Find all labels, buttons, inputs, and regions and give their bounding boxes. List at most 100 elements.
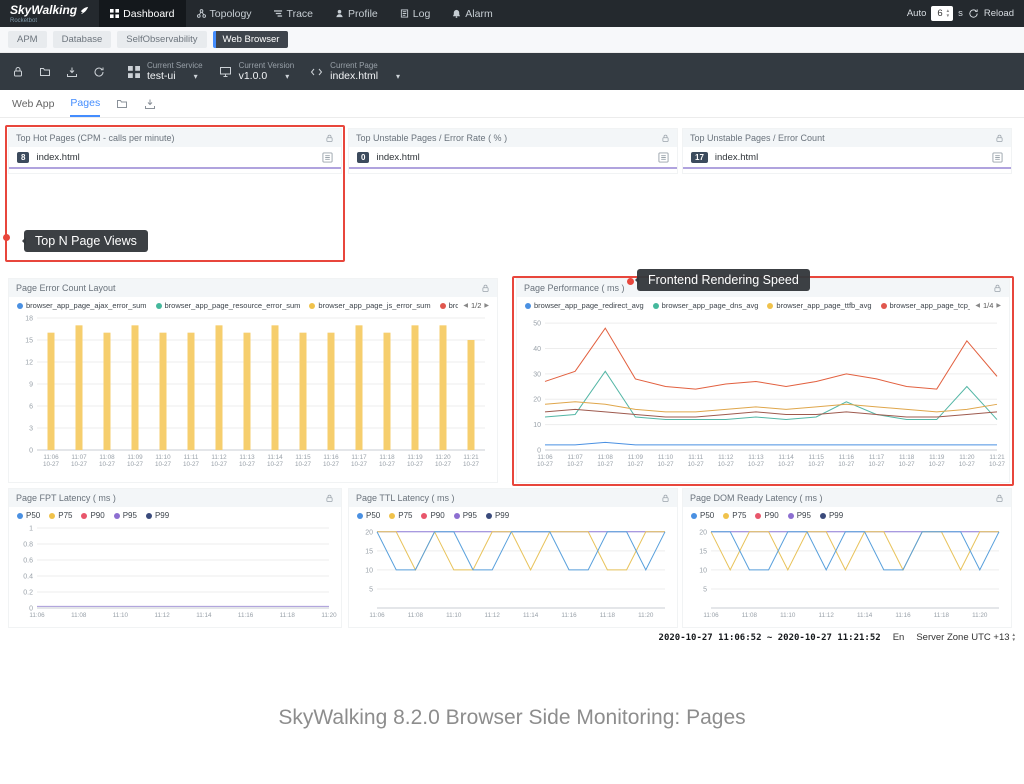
- legend-item[interactable]: P75: [389, 511, 412, 520]
- lock-icon[interactable]: [661, 494, 670, 503]
- reload-icon[interactable]: [968, 8, 979, 19]
- legend-item[interactable]: P95: [454, 511, 477, 520]
- svg-text:11:21: 11:21: [463, 454, 479, 461]
- server-zone-control[interactable]: Server Zone UTC + 13 ▲▼: [916, 632, 1016, 643]
- export-template-button[interactable]: [144, 98, 156, 110]
- nav-item-profile[interactable]: Profile: [324, 0, 389, 27]
- current-version-selector[interactable]: Current Version v1.0.0▾: [219, 61, 295, 82]
- svg-text:15: 15: [699, 548, 707, 555]
- auto-interval-input[interactable]: 6 ▲▼: [931, 6, 953, 21]
- legend-item[interactable]: P90: [81, 511, 104, 520]
- svg-text:10-27: 10-27: [43, 461, 60, 468]
- page-performance-line-chart[interactable]: 0102030405011:0610-2711:0710-2711:0810-2…: [517, 311, 1009, 471]
- panel-dom-ready-latency: Page DOM Ready Latency ( ms ) P50P75P90P…: [682, 488, 1012, 628]
- lock-icon[interactable]: [325, 134, 334, 143]
- lock-toolbar-button[interactable]: [4, 58, 31, 85]
- top-page-row[interactable]: 17 index.html: [683, 147, 1011, 167]
- fpt-latency-chart[interactable]: 00.20.40.60.8111:0611:0811:1011:1211:141…: [9, 521, 341, 621]
- legend-item[interactable]: P90: [755, 511, 778, 520]
- legend-item[interactable]: browser_app_page_resource_error_sum: [156, 301, 301, 310]
- list-icon[interactable]: [322, 152, 333, 163]
- legend-row: browser_app_page_redirect_avg browser_app…: [517, 297, 1009, 311]
- lock-icon: [12, 66, 24, 78]
- nav-item-log[interactable]: Log: [389, 0, 442, 27]
- panel-fpt-latency: Page FPT Latency ( ms ) P50P75P90P95P99 …: [8, 488, 342, 628]
- svg-text:10-27: 10-27: [295, 461, 312, 468]
- nav-item-trace[interactable]: Trace: [263, 0, 324, 27]
- legend-item[interactable]: P99: [486, 511, 509, 520]
- legend-item[interactable]: P99: [820, 511, 843, 520]
- refresh-toolbar-button[interactable]: [85, 58, 112, 85]
- page-name[interactable]: index.html: [715, 152, 985, 163]
- dom-ready-latency-chart[interactable]: 510152011:0611:0811:1011:1211:1411:1611:…: [683, 521, 1011, 621]
- subtab-pages[interactable]: Pages: [70, 90, 100, 117]
- tab-apm[interactable]: APM: [8, 31, 47, 48]
- rank-underline: [9, 167, 341, 169]
- legend-item[interactable]: browser_app_page_ajax_error_sum: [17, 301, 147, 310]
- lock-icon[interactable]: [661, 134, 670, 143]
- legend-item[interactable]: P50: [17, 511, 40, 520]
- ttl-latency-chart[interactable]: 510152011:0611:0811:1011:1211:1411:1611:…: [349, 521, 677, 621]
- top-page-row[interactable]: 0 index.html: [349, 147, 677, 167]
- svg-text:11:18: 11:18: [934, 612, 950, 619]
- lock-icon[interactable]: [995, 134, 1004, 143]
- legend-item[interactable]: P75: [49, 511, 72, 520]
- svg-text:11:14: 11:14: [857, 612, 873, 619]
- legend-label: P99: [495, 511, 509, 520]
- current-service-selector[interactable]: Current Service test-ui▾: [128, 61, 203, 82]
- next-page-icon[interactable]: ▶: [484, 302, 489, 309]
- brand[interactable]: SkyWalking Rocketbot: [0, 0, 99, 27]
- legend-label: browser_app_page_resource_error_sum: [165, 301, 301, 310]
- legend-dot-icon: [653, 303, 659, 309]
- legend-item[interactable]: browser_app_page_tcp_avg: [881, 301, 971, 310]
- page-name[interactable]: index.html: [376, 152, 651, 163]
- legend-item[interactable]: P90: [421, 511, 444, 520]
- language-selector[interactable]: En: [893, 632, 905, 643]
- lock-icon[interactable]: [481, 284, 490, 293]
- svg-text:11:08: 11:08: [99, 454, 115, 461]
- prev-page-icon[interactable]: ◀: [463, 302, 468, 309]
- legend-item[interactable]: P95: [788, 511, 811, 520]
- lock-icon[interactable]: [325, 494, 334, 503]
- chart-legend: P50 P75 P90 P95 P99: [17, 511, 333, 520]
- prev-page-icon[interactable]: ◀: [975, 302, 980, 309]
- svg-text:11:12: 11:12: [819, 612, 835, 619]
- legend-item[interactable]: browser_app_page_redirect_avg: [525, 301, 644, 310]
- legend-pager: ◀ 1/2 ▶: [458, 301, 489, 310]
- nav-item-topology[interactable]: Topology: [186, 0, 263, 27]
- folder-toolbar-button[interactable]: [31, 58, 58, 85]
- current-page-selector[interactable]: Current Page index.html▾: [310, 61, 400, 82]
- list-icon[interactable]: [992, 152, 1003, 163]
- legend-item[interactable]: browser_a: [440, 301, 459, 310]
- legend-item[interactable]: P50: [691, 511, 714, 520]
- legend-item[interactable]: browser_app_page_js_error_sum: [309, 301, 430, 310]
- legend-item[interactable]: P95: [114, 511, 137, 520]
- legend-item[interactable]: browser_app_page_dns_avg: [653, 301, 759, 310]
- time-range-picker[interactable]: 2020-10-27 11:06:52 ~ 2020-10-27 11:21:5…: [659, 633, 881, 643]
- nav-item-alarm[interactable]: Alarm: [441, 0, 503, 27]
- nav-item-dashboard[interactable]: Dashboard: [99, 0, 185, 27]
- legend-item[interactable]: P75: [723, 511, 746, 520]
- error-count-bar-chart[interactable]: 036912151811:0610-2711:0710-2711:0810-27…: [9, 311, 497, 471]
- legend-dot-icon: [788, 513, 794, 519]
- svg-text:11:08: 11:08: [71, 612, 87, 619]
- legend-item[interactable]: P50: [357, 511, 380, 520]
- next-page-icon[interactable]: ▶: [996, 302, 1001, 309]
- stepper-arrows-icon[interactable]: ▲▼: [1012, 633, 1016, 643]
- legend-item[interactable]: browser_app_page_ttfb_avg: [767, 301, 871, 310]
- list-icon[interactable]: [658, 152, 669, 163]
- tab-selfobservability[interactable]: SelfObservability: [117, 31, 206, 48]
- stepper-arrows-icon[interactable]: ▲▼: [946, 9, 950, 19]
- reload-button[interactable]: Reload: [984, 8, 1014, 19]
- tab-web-browser[interactable]: Web Browser: [213, 31, 289, 48]
- subtab-web-app[interactable]: Web App: [12, 90, 54, 117]
- slide-caption: SkyWalking 8.2.0 Browser Side Monitoring…: [0, 706, 1024, 730]
- lock-icon[interactable]: [993, 284, 1002, 293]
- legend-item[interactable]: P99: [146, 511, 169, 520]
- tab-database[interactable]: Database: [53, 31, 112, 48]
- page-name[interactable]: index.html: [36, 152, 315, 163]
- import-template-button[interactable]: [116, 98, 128, 110]
- export-toolbar-button[interactable]: [58, 58, 85, 85]
- lock-icon[interactable]: [995, 494, 1004, 503]
- top-page-row[interactable]: 8 index.html: [9, 147, 341, 167]
